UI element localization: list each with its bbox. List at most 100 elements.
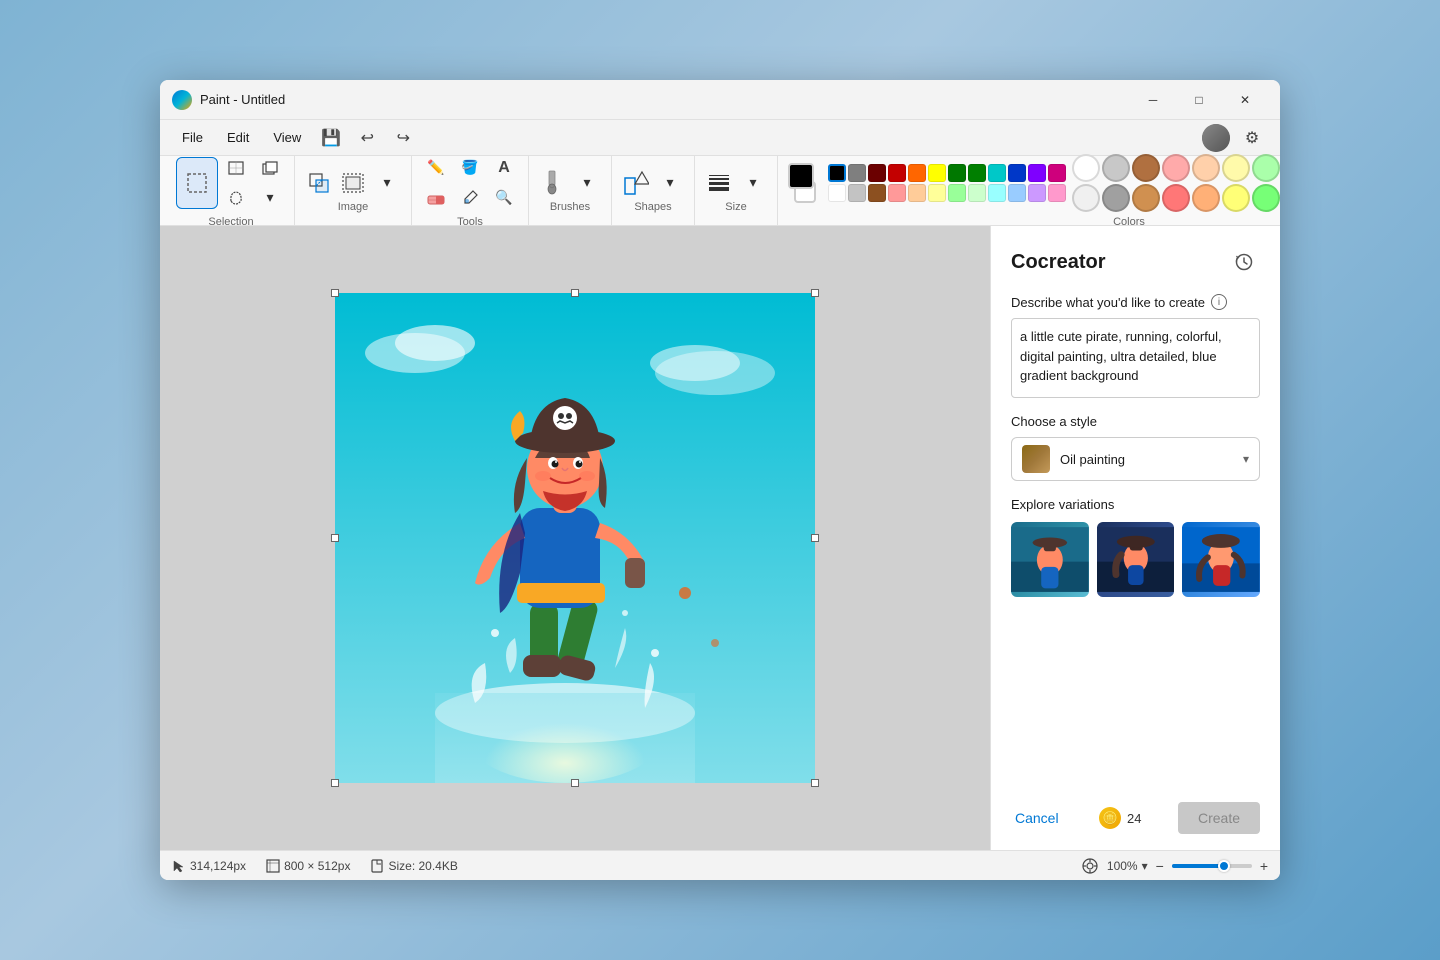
handle-br[interactable] <box>811 779 819 787</box>
save-button[interactable]: 💾 <box>315 124 347 152</box>
create-button[interactable]: Create <box>1178 802 1260 834</box>
close-button[interactable]: ✕ <box>1222 84 1268 116</box>
cursor-pos-text: 314,124px <box>190 859 246 873</box>
menu-view[interactable]: View <box>263 126 311 149</box>
redo-button[interactable]: ↪ <box>387 124 419 152</box>
variation-2[interactable] <box>1097 522 1175 597</box>
color-swatch-r1-10[interactable] <box>1028 164 1046 182</box>
color-swatch-r2-1[interactable] <box>848 184 866 202</box>
zoom-out-button[interactable]: − <box>1156 858 1164 874</box>
color-swatch-r1-2[interactable] <box>868 164 886 182</box>
eyedropper-btn[interactable] <box>454 184 486 212</box>
color-swatch-r1-0[interactable] <box>828 164 846 182</box>
color-swatch-r1-3[interactable] <box>888 164 906 182</box>
color-circle-r1-2[interactable] <box>1132 154 1160 182</box>
handle-tl[interactable] <box>331 289 339 297</box>
color-swatch-r2-5[interactable] <box>928 184 946 202</box>
color-circle-r2-2[interactable] <box>1132 184 1160 212</box>
fill-btn[interactable]: 🪣 <box>454 154 486 182</box>
color-circle-r2-1[interactable] <box>1102 184 1130 212</box>
select-all-btn[interactable] <box>337 169 369 197</box>
zoom-display[interactable]: 100% ▾ <box>1107 859 1148 873</box>
handle-tm[interactable] <box>571 289 579 297</box>
color-swatch-r2-7[interactable] <box>968 184 986 202</box>
color-swatch-r2-4[interactable] <box>908 184 926 202</box>
color-circle-r1-4[interactable] <box>1192 154 1220 182</box>
color-circle-r1-0[interactable] <box>1072 154 1100 182</box>
handle-mr[interactable] <box>811 534 819 542</box>
undo-button[interactable]: ↩ <box>351 124 383 152</box>
color-swatch-r1-6[interactable] <box>948 164 966 182</box>
brush-dropdown-btn[interactable]: ▾ <box>571 169 603 197</box>
color-swatch-r1-4[interactable] <box>908 164 926 182</box>
color-swatch-r2-3[interactable] <box>888 184 906 202</box>
color-swatch-r2-2[interactable] <box>868 184 886 202</box>
zoom-dropdown-arrow: ▾ <box>1142 859 1148 873</box>
color-swatch-r1-9[interactable] <box>1008 164 1026 182</box>
color-circle-r2-0[interactable] <box>1072 184 1100 212</box>
settings-button[interactable]: ⚙ <box>1236 124 1268 152</box>
handle-tr[interactable] <box>811 289 819 297</box>
color-swatch-r2-10[interactable] <box>1028 184 1046 202</box>
selection-section: ▾ Selection <box>168 156 295 225</box>
eraser-btn[interactable] <box>420 184 452 212</box>
color-circle-r1-1[interactable] <box>1102 154 1130 182</box>
foreground-color[interactable] <box>788 163 814 189</box>
minimize-button[interactable]: ─ <box>1130 84 1176 116</box>
cancel-button[interactable]: Cancel <box>1011 802 1063 834</box>
resize-btn[interactable] <box>303 169 335 197</box>
handle-bm[interactable] <box>571 779 579 787</box>
brush-btn[interactable] <box>537 169 569 197</box>
handle-bl[interactable] <box>331 779 339 787</box>
color-circle-r2-3[interactable] <box>1162 184 1190 212</box>
variation-3[interactable] <box>1182 522 1260 597</box>
size-btn[interactable] <box>703 169 735 197</box>
shapes-dropdown-btn[interactable]: ▾ <box>654 169 686 197</box>
size-dropdown-btn[interactable]: ▾ <box>737 169 769 197</box>
maximize-button[interactable]: □ <box>1176 84 1222 116</box>
color-swatch-r1-8[interactable] <box>988 164 1006 182</box>
image-dropdown-btn[interactable]: ▾ <box>371 169 403 197</box>
history-button[interactable] <box>1228 246 1260 278</box>
color-circle-r1-3[interactable] <box>1162 154 1190 182</box>
color-circle-r2-6[interactable] <box>1252 184 1280 212</box>
prompt-textarea[interactable] <box>1011 318 1260 398</box>
pencil-btn[interactable]: ✏️ <box>420 154 452 182</box>
menu-file[interactable]: File <box>172 126 213 149</box>
select-dropdown-btn[interactable]: ▾ <box>254 184 286 212</box>
cursor-position: 314,124px <box>172 859 246 873</box>
cocreator-panel: Cocreator Describe what you'd like to cr… <box>990 226 1280 850</box>
color-circle-r2-5[interactable] <box>1222 184 1250 212</box>
select-rect-btn[interactable] <box>220 154 252 182</box>
color-swatch-r1-11[interactable] <box>1048 164 1066 182</box>
panel-footer: Cancel 🪙 24 Create <box>1011 790 1260 834</box>
color-circle-r1-5[interactable] <box>1222 154 1250 182</box>
variation-1[interactable] <box>1011 522 1089 597</box>
handle-ml[interactable] <box>331 534 339 542</box>
select-copy-btn[interactable] <box>254 154 286 182</box>
magnify-btn[interactable]: 🔍 <box>488 184 520 212</box>
info-icon[interactable]: i <box>1211 294 1227 310</box>
style-dropdown[interactable]: Oil painting ▾ <box>1011 437 1260 481</box>
color-swatch-r2-11[interactable] <box>1048 184 1066 202</box>
zoom-in-button[interactable]: + <box>1260 858 1268 874</box>
selection-tool[interactable] <box>176 157 218 209</box>
user-avatar[interactable] <box>1202 124 1230 152</box>
color-swatch-r1-7[interactable] <box>968 164 986 182</box>
color-swatch-r1-1[interactable] <box>848 164 866 182</box>
canvas-container[interactable] <box>160 226 990 850</box>
text-btn[interactable]: A <box>488 154 520 182</box>
shapes-btn[interactable] <box>620 169 652 197</box>
color-swatch-r2-6[interactable] <box>948 184 966 202</box>
color-swatch-r2-9[interactable] <box>1008 184 1026 202</box>
credits-count: 24 <box>1127 811 1141 826</box>
zoom-slider[interactable] <box>1172 864 1252 868</box>
color-swatch-r2-0[interactable] <box>828 184 846 202</box>
cursor-icon <box>172 859 186 873</box>
menu-edit[interactable]: Edit <box>217 126 259 149</box>
color-swatch-r2-8[interactable] <box>988 184 1006 202</box>
color-circle-r1-6[interactable] <box>1252 154 1280 182</box>
select-freeform-btn[interactable] <box>220 184 252 212</box>
color-circle-r2-4[interactable] <box>1192 184 1220 212</box>
color-swatch-r1-5[interactable] <box>928 164 946 182</box>
